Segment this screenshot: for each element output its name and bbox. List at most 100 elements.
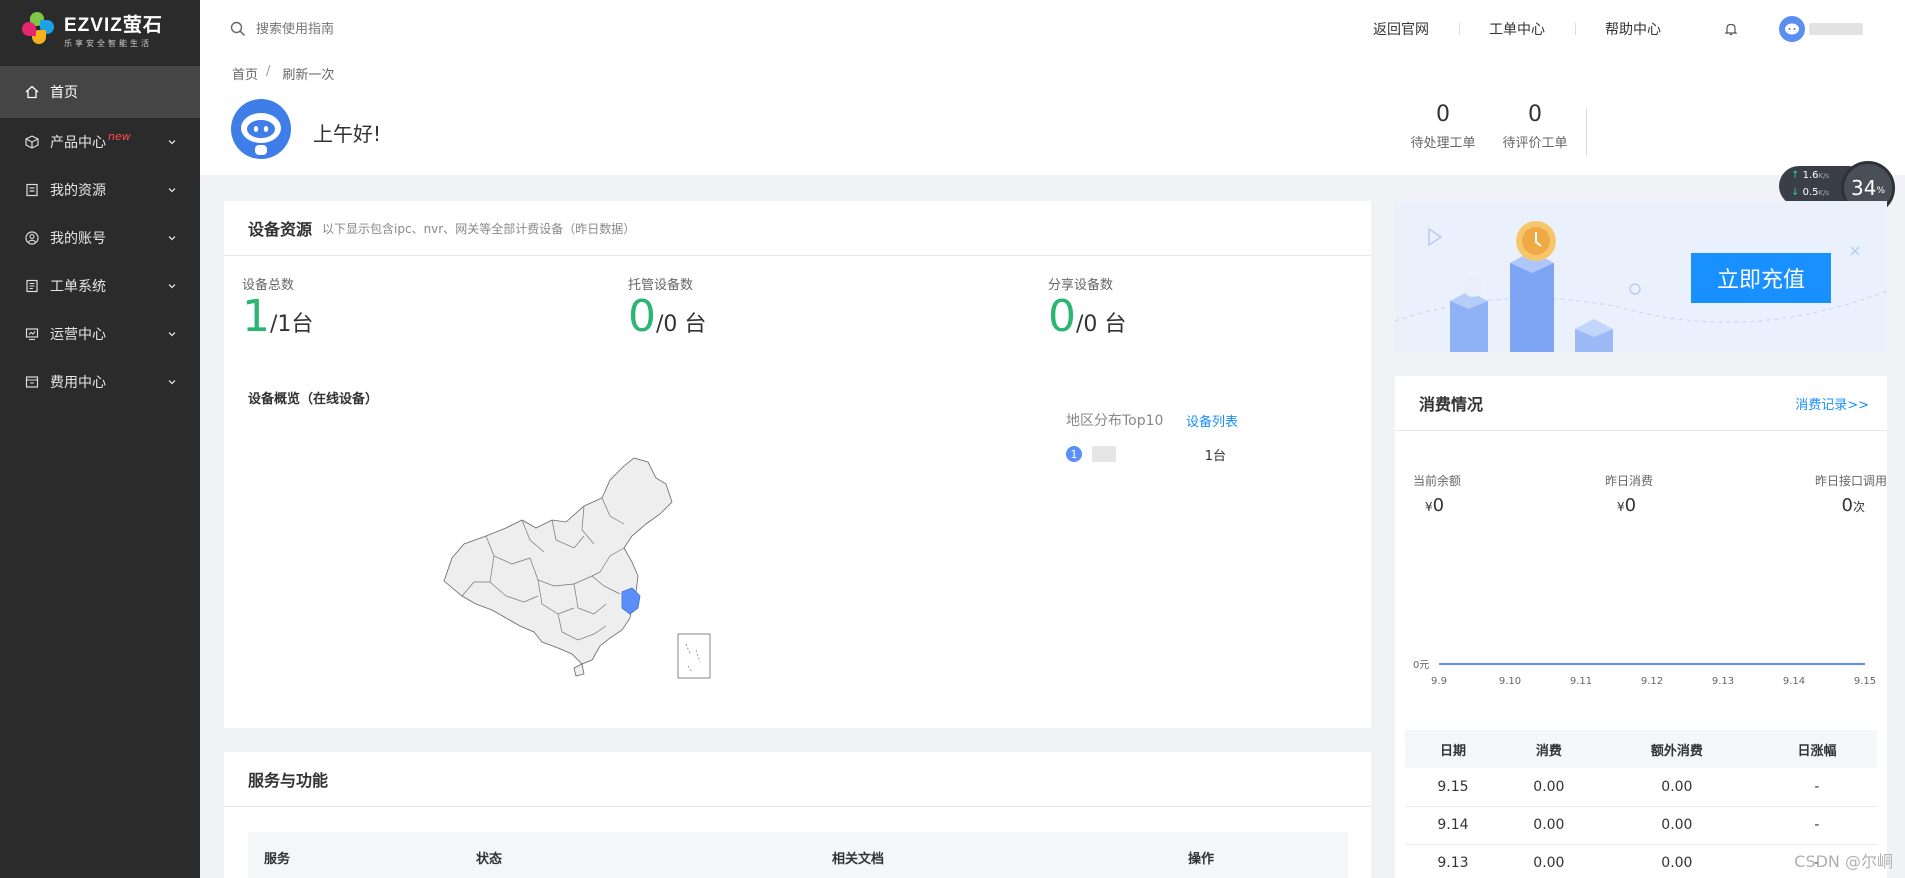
account-icon xyxy=(24,230,40,246)
col-daily-change: 日涨幅 xyxy=(1756,730,1877,768)
region-rank-row: 1 1台 xyxy=(1066,444,1226,464)
col-consumption: 消费 xyxy=(1500,730,1597,768)
sidebar-item-resources[interactable]: 我的资源 xyxy=(0,166,200,214)
consumption-records-link[interactable]: 消费记录>> xyxy=(1795,394,1869,413)
chevron-down-icon xyxy=(168,332,176,337)
pending-reviews-stat[interactable]: 0 待评价工单 xyxy=(1495,102,1575,151)
download-speed: 0.5 xyxy=(1802,187,1819,198)
ticket-icon xyxy=(24,278,40,294)
x-tick-label: 9.9 xyxy=(1431,676,1447,687)
device-resources-card: 设备资源 以下显示包含ipc、nvr、网关等全部计费设备（昨日数据） 设备总数 … xyxy=(224,201,1371,728)
chevron-down-icon xyxy=(168,236,176,241)
sidebar-item-operations[interactable]: 运营中心 xyxy=(0,310,200,358)
pending-tickets-label: 待处理工单 xyxy=(1410,136,1476,151)
recharge-banner: 立即充值 xyxy=(1395,201,1887,352)
services-card: 服务与功能 服务 状态 相关文档 操作 xyxy=(224,752,1371,878)
region-name-blurred xyxy=(1092,446,1116,462)
x-tick-label: 9.14 xyxy=(1783,676,1805,687)
y-tick-label: 0元 xyxy=(1413,660,1429,671)
col-action: 操作 xyxy=(1188,851,1215,867)
link-ticket-center[interactable]: 工单中心 xyxy=(1459,19,1575,39)
brand-name: EZVIZ萤石 xyxy=(64,14,163,36)
device-hosted-stat: 托管设备数 0/0 台 xyxy=(628,278,707,342)
sidebar-item-label: 产品中心 xyxy=(50,135,106,151)
chevron-down-icon xyxy=(168,284,176,289)
sidebar-item-label: 运营中心 xyxy=(50,327,106,343)
link-help-center[interactable]: 帮助中心 xyxy=(1575,19,1691,39)
col-extra: 额外消费 xyxy=(1596,730,1757,768)
sidebar-item-label: 费用中心 xyxy=(50,375,106,391)
x-tick-label: 9.10 xyxy=(1499,676,1521,687)
greeting-text: 上午好! xyxy=(313,122,382,146)
sidebar-item-tickets[interactable]: 工单系统 xyxy=(0,262,200,310)
operation-icon xyxy=(24,326,40,342)
avatar[interactable] xyxy=(1779,16,1805,42)
username-blurred[interactable] xyxy=(1809,23,1863,35)
x-tick-label: 9.15 xyxy=(1854,676,1876,687)
region-highlight-zhejiang[interactable] xyxy=(621,587,641,615)
x-tick-label: 9.13 xyxy=(1712,676,1734,687)
chevron-down-icon xyxy=(168,140,176,145)
sidebar-item-home[interactable]: 首页 xyxy=(0,66,200,118)
col-status: 状态 xyxy=(476,851,503,867)
balance-stat: 当前余额 ¥0 xyxy=(1413,474,1462,516)
home-icon xyxy=(24,84,40,100)
breadcrumb: 首页 / 刷新一次 xyxy=(232,64,335,83)
breadcrumb-refresh[interactable]: 刷新一次 xyxy=(282,64,334,83)
consumption-card: 消费情况 消费记录>> 当前余额 ¥0 昨日消费 ¥0 昨日接口调用 0次 0元… xyxy=(1395,376,1887,878)
chevron-down-icon xyxy=(168,380,176,385)
rank-value: 1台 xyxy=(1204,448,1226,464)
consumption-line-chart: 0元9.9 9.10 9.11 9.12 9.13 9.14 9.15 xyxy=(1413,660,1876,687)
new-badge: new xyxy=(108,130,131,143)
pending-tickets-count: 0 xyxy=(1436,102,1450,127)
recharge-button[interactable]: 立即充值 xyxy=(1691,253,1831,303)
device-list-link[interactable]: 设备列表 xyxy=(1186,411,1238,430)
table-row: 9.14 0.00 0.00 - xyxy=(1405,806,1877,845)
breadcrumb-home[interactable]: 首页 xyxy=(232,64,258,83)
search-input[interactable] xyxy=(256,21,556,37)
china-map[interactable] xyxy=(434,436,714,686)
card-title: 服务与功能 xyxy=(248,771,329,790)
region-distribution-title: 地区分布Top10 xyxy=(1066,413,1164,429)
top-header: 返回官网 工单中心 帮助中心 xyxy=(200,0,1905,58)
bell-icon[interactable] xyxy=(1723,21,1739,37)
api-calls-stat: 昨日接口调用 0次 xyxy=(1814,474,1887,516)
sidebar-item-label: 我的账号 xyxy=(50,231,106,247)
pending-reviews-count: 0 xyxy=(1528,102,1542,127)
sidebar-item-billing[interactable]: 费用中心 xyxy=(0,358,200,406)
search-bar xyxy=(230,21,630,37)
table-row: 9.15 0.00 0.00 - xyxy=(1405,768,1877,807)
card-title: 消费情况 xyxy=(1419,395,1484,414)
brand-tagline: 乐享安全智能生活 xyxy=(64,38,152,48)
rank-number: 1 xyxy=(1066,446,1082,462)
resource-icon xyxy=(24,182,40,198)
yesterday-consumption-stat: 昨日消费 ¥0 xyxy=(1605,474,1654,516)
sidebar-item-label: 首页 xyxy=(50,85,78,101)
col-date: 日期 xyxy=(1405,730,1501,768)
services-table-header: 服务 状态 相关文档 操作 xyxy=(248,832,1348,878)
pending-reviews-label: 待评价工单 xyxy=(1502,136,1568,151)
pending-tickets-stat[interactable]: 0 待处理工单 xyxy=(1403,102,1483,151)
watermark: CSDN @尔峒 xyxy=(1794,852,1893,871)
overview-title: 设备概览（在线设备） xyxy=(248,392,379,407)
chevron-down-icon xyxy=(168,188,176,193)
welcome-panel: 首页 / 刷新一次 上午好! 0 待处理工单 0 待评价工单 xyxy=(200,58,1905,175)
card-subtitle: 以下显示包含ipc、nvr、网关等全部计费设备（昨日数据） xyxy=(322,221,636,236)
billing-icon xyxy=(24,374,40,390)
logo[interactable]: EZVIZ萤石 乐享安全智能生活 xyxy=(0,0,200,58)
sidebar-item-label: 我的资源 xyxy=(50,183,106,199)
col-docs: 相关文档 xyxy=(832,851,885,867)
package-icon xyxy=(24,134,40,150)
upload-speed: 1.6 xyxy=(1802,170,1819,181)
x-tick-label: 9.12 xyxy=(1641,676,1663,687)
link-official-site[interactable]: 返回官网 xyxy=(1343,19,1459,39)
x-tick-label: 9.11 xyxy=(1570,676,1592,687)
robot-avatar xyxy=(231,99,291,159)
col-service: 服务 xyxy=(264,851,291,867)
device-shared-stat: 分享设备数 0/0 台 xyxy=(1048,278,1127,342)
sidebar-item-label: 工单系统 xyxy=(50,279,106,295)
sidebar-item-account[interactable]: 我的账号 xyxy=(0,214,200,262)
search-icon[interactable] xyxy=(230,21,246,37)
ezviz-logo-icon xyxy=(20,10,58,48)
sidebar-item-products[interactable]: 产品中心 new xyxy=(0,118,200,166)
